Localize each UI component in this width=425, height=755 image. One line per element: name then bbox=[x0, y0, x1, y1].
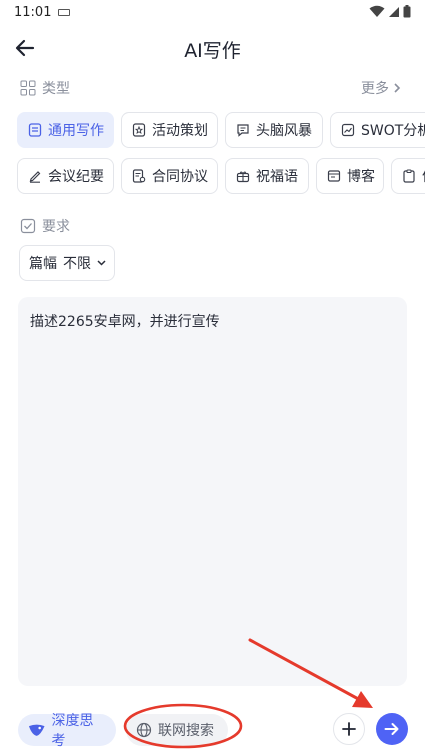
chip-label: 活动策划 bbox=[152, 123, 208, 139]
document-icon bbox=[28, 123, 42, 137]
length-label: 篇幅 bbox=[29, 256, 57, 272]
category-section-label: 类型 bbox=[20, 78, 70, 98]
page-title: AI写作 bbox=[184, 40, 241, 62]
arrow-right-icon bbox=[384, 723, 399, 735]
checklist-icon bbox=[20, 218, 36, 234]
deep-think-label: 深度思考 bbox=[51, 713, 94, 749]
chevron-down-icon bbox=[97, 260, 106, 266]
category-label-text: 类型 bbox=[42, 81, 70, 97]
chip-label: 合同协议 bbox=[152, 169, 208, 185]
chip-label: 头脑风暴 bbox=[256, 123, 312, 139]
more-categories-link[interactable]: 更多 bbox=[361, 78, 401, 98]
category-chip-brainstorm[interactable]: 头脑风暴 bbox=[225, 112, 323, 148]
wifi-icon bbox=[369, 5, 385, 17]
trend-chart-icon bbox=[341, 123, 355, 137]
add-attachment-button[interactable] bbox=[333, 713, 365, 745]
globe-icon bbox=[136, 722, 152, 738]
category-chip-blog[interactable]: 博客 bbox=[316, 158, 384, 194]
clipboard-icon bbox=[402, 169, 416, 183]
category-chip-event-planning[interactable]: 活动策划 bbox=[121, 112, 218, 148]
category-chip-general-writing[interactable]: 通用写作 bbox=[17, 112, 114, 148]
chip-label: 通用写作 bbox=[48, 123, 104, 139]
chat-icon bbox=[236, 123, 250, 137]
category-chip-letter[interactable]: 信 bbox=[391, 158, 425, 194]
category-chip-meeting-minutes[interactable]: 会议纪要 bbox=[17, 158, 114, 194]
annotation-arrow-head bbox=[352, 691, 373, 708]
web-search-toggle[interactable]: 联网搜索 bbox=[126, 714, 228, 746]
status-bar: 11:01 bbox=[0, 0, 425, 26]
gift-icon bbox=[236, 169, 250, 183]
app-header: AI写作 bbox=[0, 26, 425, 70]
category-chip-swot[interactable]: SWOT分析 bbox=[330, 112, 425, 148]
star-note-icon bbox=[132, 123, 146, 137]
length-value: 不限 bbox=[63, 256, 91, 272]
requirement-label-text: 要求 bbox=[42, 219, 70, 235]
keyboard-icon bbox=[58, 9, 70, 16]
chip-label: 博客 bbox=[347, 169, 375, 185]
requirement-section-label: 要求 bbox=[20, 216, 70, 236]
category-chip-greeting[interactable]: 祝福语 bbox=[225, 158, 309, 194]
more-label: 更多 bbox=[361, 81, 389, 97]
signal-icon bbox=[389, 6, 399, 17]
grid-icon bbox=[20, 80, 36, 96]
web-search-label: 联网搜索 bbox=[158, 723, 214, 739]
status-icons bbox=[369, 5, 411, 18]
pen-icon bbox=[28, 169, 42, 183]
chip-label: 祝福语 bbox=[256, 169, 298, 185]
plus-icon bbox=[342, 722, 356, 736]
deep-think-icon bbox=[28, 724, 45, 736]
contract-icon bbox=[132, 169, 146, 183]
chevron-right-icon bbox=[394, 83, 401, 93]
category-chip-contract[interactable]: 合同协议 bbox=[121, 158, 218, 194]
length-dropdown[interactable]: 篇幅 不限 bbox=[19, 245, 115, 281]
prompt-text: 描述2265安卓网，并进行宣传 bbox=[30, 314, 220, 330]
browser-window-icon bbox=[327, 169, 341, 183]
status-time: 11:01 bbox=[14, 5, 52, 20]
prompt-textarea[interactable]: 描述2265安卓网，并进行宣传 bbox=[18, 297, 407, 686]
send-button[interactable] bbox=[376, 713, 408, 745]
chip-label: SWOT分析 bbox=[361, 123, 425, 139]
chip-label: 会议纪要 bbox=[48, 169, 104, 185]
deep-think-toggle[interactable]: 深度思考 bbox=[18, 713, 116, 749]
battery-icon bbox=[403, 5, 411, 18]
